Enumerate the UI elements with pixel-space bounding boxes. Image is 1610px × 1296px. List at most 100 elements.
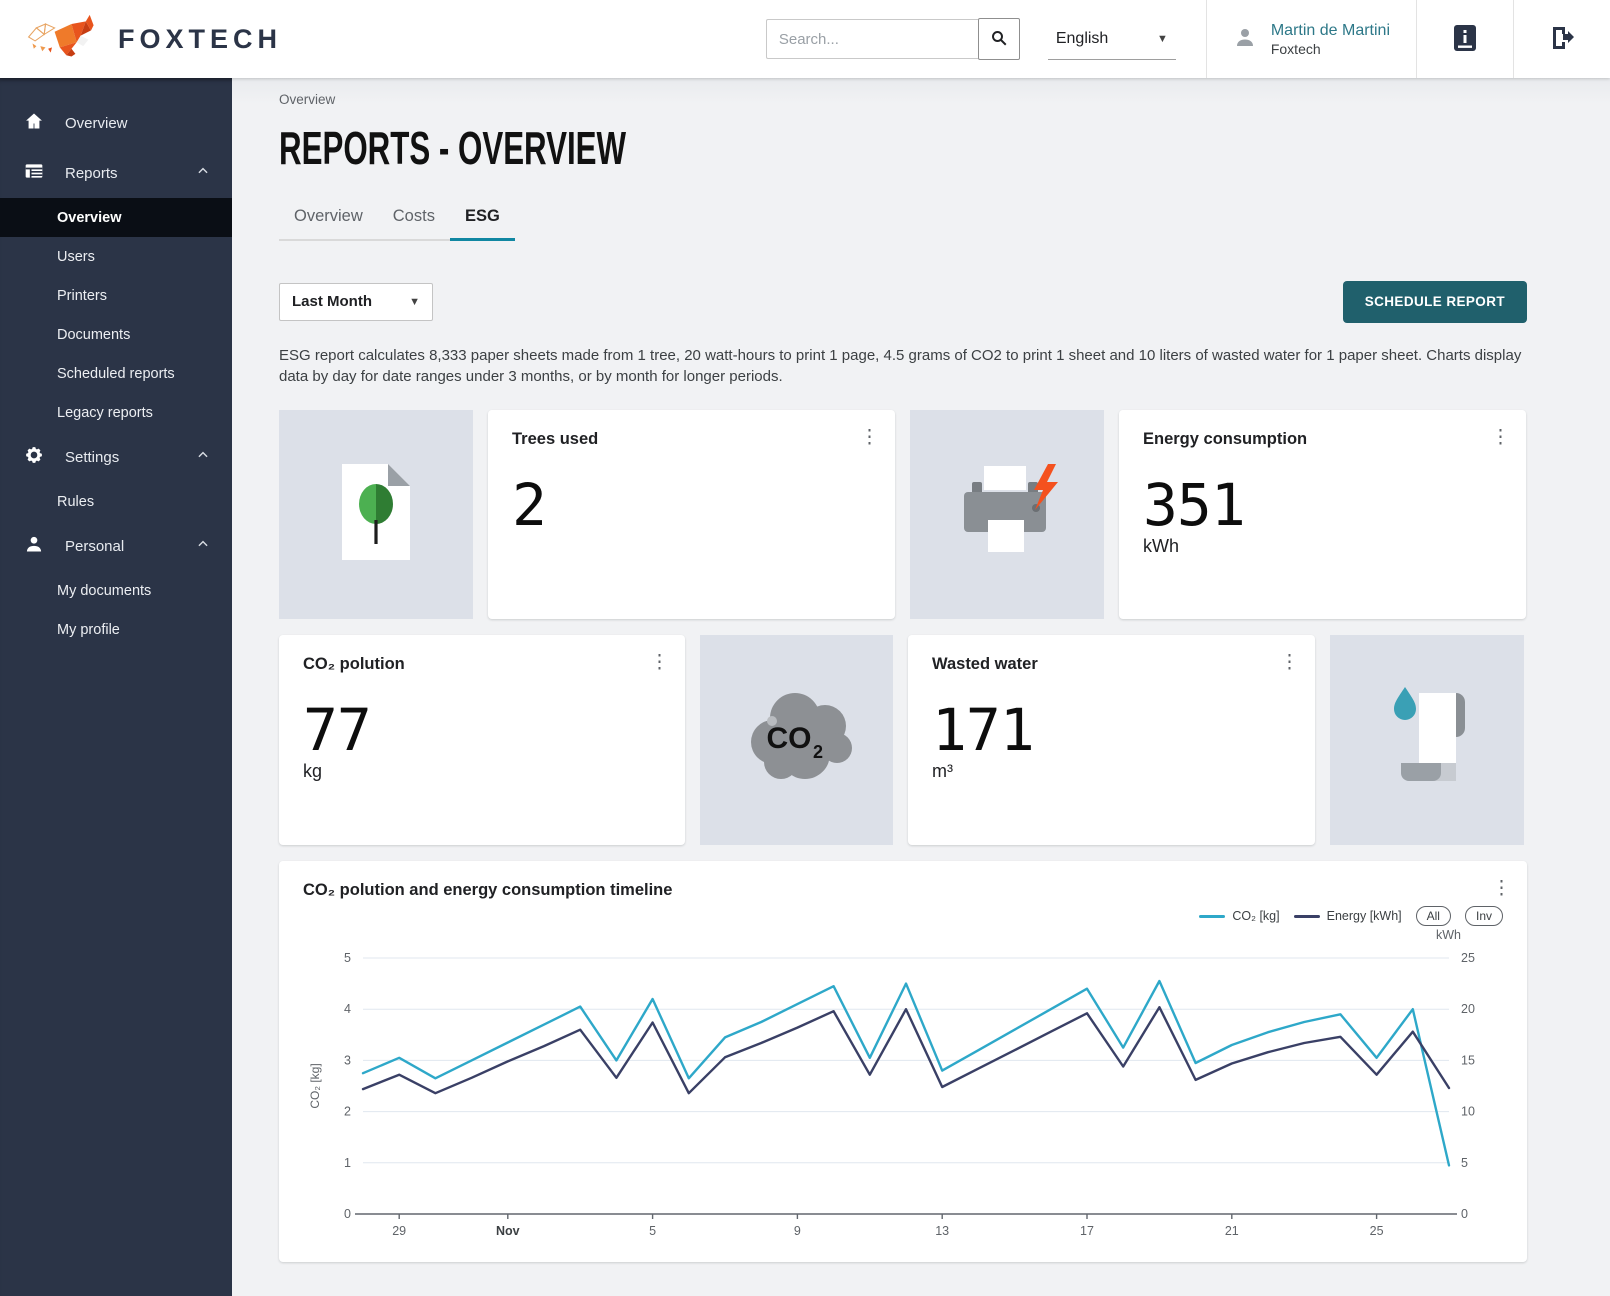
legend-line-swatch [1199, 915, 1225, 918]
legend-line-swatch [1294, 915, 1320, 918]
home-icon [24, 111, 44, 135]
kebab-menu-icon[interactable]: ⋮ [1492, 879, 1511, 898]
period-select[interactable]: Last Month ▼ [279, 283, 433, 321]
stat-title: CO₂ polution [303, 655, 661, 674]
legend-button-all[interactable]: All [1416, 906, 1451, 926]
right-axis-tick-label: 5 [1461, 1156, 1468, 1170]
co2-cloud-icon: CO2 [739, 686, 855, 795]
kebab-menu-icon[interactable]: ⋮ [860, 428, 879, 447]
stat-card-energy: Energy consumption ⋮ 351 kWh [1119, 410, 1526, 619]
reports-icon [24, 161, 44, 185]
stat-title: Energy consumption [1143, 430, 1502, 449]
logout-button[interactable] [1540, 25, 1584, 54]
tab-costs[interactable]: Costs [378, 207, 450, 241]
language-selected: English [1056, 30, 1108, 48]
right-axis-tick-label: 10 [1461, 1105, 1475, 1119]
left-axis-tick-label: 5 [344, 951, 351, 965]
stat-value: 171 [932, 700, 1291, 761]
x-axis-tick-label: 29 [392, 1224, 406, 1238]
brand-name: FOXTECH [118, 24, 282, 55]
series-line-energy-kwh- [363, 1007, 1449, 1093]
search-input[interactable] [766, 19, 978, 59]
sidebar-subitem-reports-users[interactable]: Users [0, 237, 232, 276]
documentation-button[interactable] [1443, 24, 1487, 55]
sidebar-subitem-personal-my-documents[interactable]: My documents [0, 571, 232, 610]
stat-card-co2: CO₂ polution ⋮ 77 kg [279, 635, 685, 845]
sidebar-item-overview[interactable]: Overview [0, 98, 232, 148]
stat-unit: m³ [932, 761, 1291, 782]
left-axis-tick-label: 4 [344, 1002, 351, 1016]
right-axis-tick-label: 15 [1461, 1053, 1475, 1067]
printer-energy-icon [952, 460, 1062, 569]
language-select[interactable]: English ▼ [1048, 18, 1176, 60]
right-axis-tick-label: 0 [1461, 1207, 1468, 1221]
user-menu[interactable]: Martin de Martini Foxtech [1206, 0, 1416, 78]
timeline-line-chart: 012345051015202529Nov5913172125CO₂ [kg] [303, 944, 1503, 1250]
stat-value: 2 [512, 475, 871, 536]
legend-button-inv[interactable]: Inv [1465, 906, 1503, 926]
chart-legend: CO₂ [kg] Energy [kWh] All Inv [303, 904, 1503, 928]
stat-card-water: Wasted water ⋮ 171 m³ [908, 635, 1315, 845]
stat-title: Wasted water [932, 655, 1291, 674]
x-axis-tick-label: 9 [794, 1224, 801, 1238]
paper-roll-tile [1330, 635, 1524, 845]
legend-item-energy-kwh-[interactable]: Energy [kWh] [1294, 909, 1402, 923]
kebab-menu-icon[interactable]: ⋮ [650, 653, 669, 672]
brand: FOXTECH [0, 13, 560, 66]
chevron-up-icon [196, 448, 210, 466]
legend-item-co-kg-[interactable]: CO₂ [kg] [1199, 909, 1279, 923]
timeline-chart-card: CO₂ polution and energy consumption time… [279, 861, 1527, 1262]
tab-overview[interactable]: Overview [279, 207, 378, 241]
stat-value: 351 [1143, 475, 1502, 536]
sidebar-item-reports[interactable]: Reports [0, 148, 232, 198]
left-axis-tick-label: 2 [344, 1105, 351, 1119]
esg-description: ESG report calculates 8,333 paper sheets… [279, 345, 1527, 389]
stat-title: Trees used [512, 430, 871, 449]
kebab-menu-icon[interactable]: ⋮ [1491, 428, 1510, 447]
user-org: Foxtech [1271, 41, 1390, 57]
x-axis-tick-label: 13 [935, 1224, 949, 1238]
user-avatar-icon [1233, 25, 1257, 54]
sidebar-subitem-settings-rules[interactable]: Rules [0, 482, 232, 521]
chevron-down-icon: ▼ [1157, 33, 1168, 45]
sidebar-subitem-reports-documents[interactable]: Documents [0, 315, 232, 354]
page-title: REPORTS - OVERVIEW [279, 121, 1552, 175]
sidebar-item-personal[interactable]: Personal [0, 521, 232, 571]
right-axis-unit: kWh [303, 928, 1503, 944]
schedule-report-button[interactable]: SCHEDULE REPORT [1343, 281, 1527, 323]
person-icon [24, 534, 44, 558]
chevron-up-icon [196, 164, 210, 182]
top-header: FOXTECH English ▼ Mart [0, 0, 1610, 78]
x-axis-tick-label: 5 [649, 1224, 656, 1238]
sidebar-subitem-reports-overview[interactable]: Overview [0, 198, 232, 237]
right-axis-tick-label: 25 [1461, 951, 1475, 965]
paper-roll-icon [1377, 683, 1477, 798]
printer-energy-tile [910, 410, 1104, 619]
period-selected-value: Last Month [292, 293, 372, 310]
sidebar-subitem-reports-scheduled-reports[interactable]: Scheduled reports [0, 354, 232, 393]
x-axis-tick-label: 25 [1370, 1224, 1384, 1238]
user-name: Martin de Martini [1271, 21, 1390, 41]
chart-title: CO₂ polution and energy consumption time… [303, 881, 1503, 900]
sidebar-subitem-personal-my-profile[interactable]: My profile [0, 610, 232, 649]
manual-book-icon [1452, 24, 1478, 55]
kebab-menu-icon[interactable]: ⋮ [1280, 653, 1299, 672]
right-axis-tick-label: 20 [1461, 1002, 1475, 1016]
stat-card-trees: Trees used ⋮ 2 [488, 410, 895, 619]
sidebar-subitem-reports-printers[interactable]: Printers [0, 276, 232, 315]
chevron-down-icon: ▼ [409, 296, 420, 308]
tree-paper-icon [330, 456, 422, 573]
stat-unit: kWh [1143, 536, 1502, 557]
stat-value: 77 [303, 700, 661, 761]
search-button[interactable] [978, 18, 1020, 60]
sidebar-item-settings[interactable]: Settings [0, 432, 232, 482]
sidebar-subitem-reports-legacy-reports[interactable]: Legacy reports [0, 393, 232, 432]
co2-cloud-tile: CO2 [700, 635, 893, 845]
svg-text:2: 2 [813, 742, 823, 762]
foxtech-logo-icon [26, 13, 104, 66]
main-content: Overview REPORTS - OVERVIEW OverviewCost… [232, 78, 1610, 1296]
tab-esg[interactable]: ESG [450, 207, 515, 241]
search-icon [990, 29, 1008, 50]
x-axis-tick-label: Nov [496, 1224, 520, 1238]
left-axis-tick-label: 3 [344, 1053, 351, 1067]
